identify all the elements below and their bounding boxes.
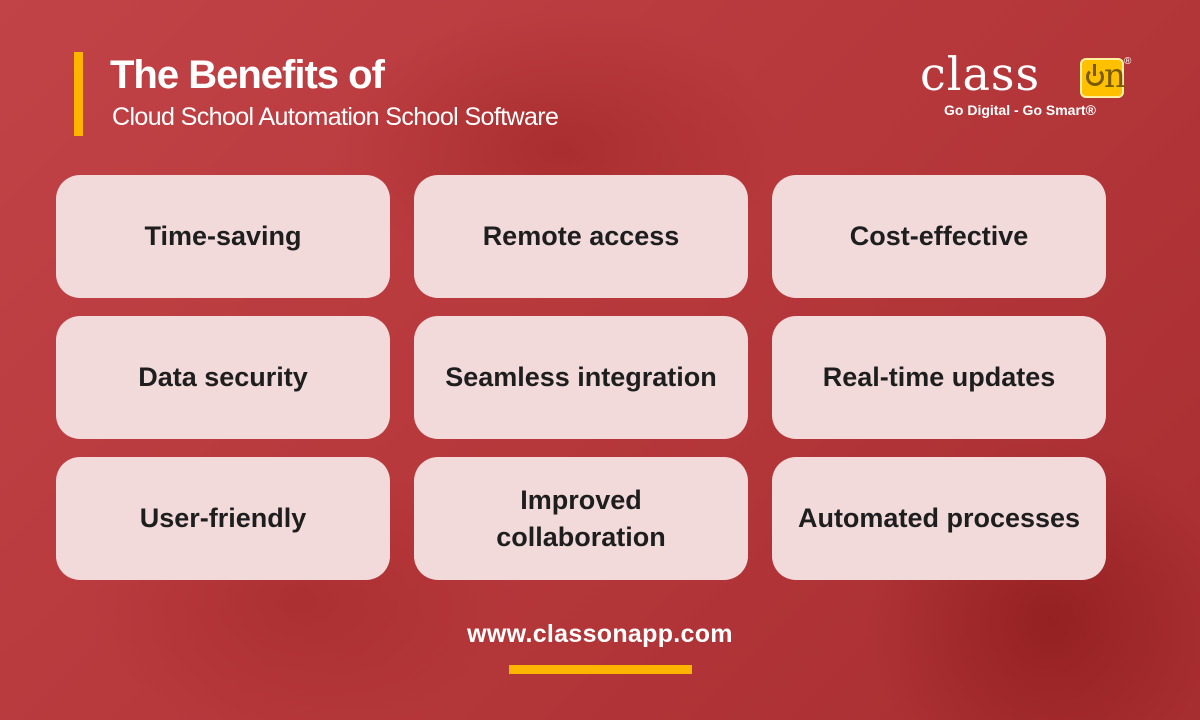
classon-logo: class n ® Go Digital - Go Smart® bbox=[918, 47, 1138, 124]
website-link[interactable]: www.classonapp.com bbox=[0, 620, 1200, 649]
benefit-card: Cost-effective bbox=[772, 175, 1106, 298]
benefit-card: Automated processes bbox=[772, 457, 1106, 580]
benefit-card: Real-time updates bbox=[772, 316, 1106, 439]
logo-n-letter: n bbox=[1104, 56, 1126, 96]
logo-tagline: Go Digital - Go Smart® bbox=[944, 102, 1096, 118]
benefit-card: Remote access bbox=[414, 175, 748, 298]
benefit-card: Seamless integration bbox=[414, 316, 748, 439]
registered-mark: ® bbox=[1124, 56, 1132, 67]
benefit-card: Improved collaboration bbox=[414, 457, 748, 580]
footer-underline bbox=[509, 665, 692, 674]
power-icon-stem bbox=[1093, 64, 1096, 76]
benefit-card: Data security bbox=[56, 316, 390, 439]
benefit-card: User-friendly bbox=[56, 457, 390, 580]
logo-on-badge: n bbox=[1080, 56, 1126, 98]
page-subtitle: Cloud School Automation School Software bbox=[112, 103, 559, 131]
logo-wordmark: class bbox=[920, 47, 1041, 101]
title-accent-bar bbox=[74, 52, 83, 136]
benefits-grid: Time-saving Remote access Cost-effective… bbox=[56, 175, 1106, 580]
page-title: The Benefits of bbox=[110, 53, 385, 97]
benefit-card: Time-saving bbox=[56, 175, 390, 298]
